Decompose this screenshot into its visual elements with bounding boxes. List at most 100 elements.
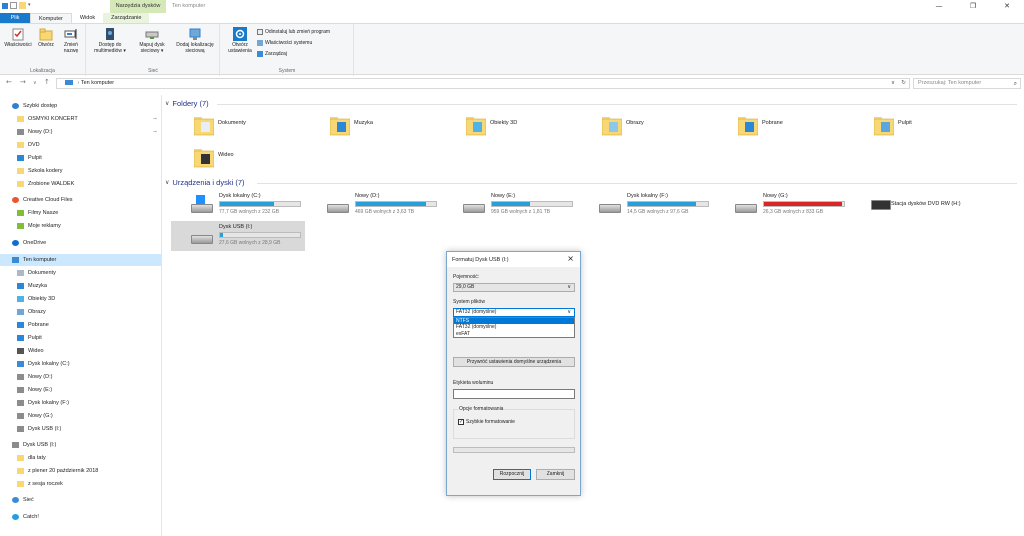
folder-label: Muzyka [354,120,373,126]
checkmark-quick-icon[interactable] [10,2,17,9]
drive-usage-bar [491,201,573,207]
folder-label: Pobrane [762,120,783,126]
close-window-button[interactable]: ✕ [990,0,1024,13]
nav-item[interactable]: Nowy (G:) [0,410,161,422]
recent-locations-icon[interactable]: ∨ [33,80,37,86]
address-dropdown-icon[interactable]: ∨ [891,79,895,88]
nav-item[interactable]: Nowy (E:) [0,384,161,396]
filesystem-select[interactable]: FAT32 (domyślne) ∨ [453,308,575,317]
rename-button[interactable]: Zmień nazwę [59,27,83,54]
open-button[interactable]: Otwórz [35,27,57,49]
breadcrumb-this-pc[interactable]: Ten komputer [81,80,114,86]
search-input[interactable]: Przeszukaj: Ten komputer ⌕ [913,78,1021,89]
nav-item[interactable]: Sieć [0,494,161,506]
quick-format-checkbox[interactable]: ✓ Szybkie formatowanie [458,419,515,425]
nav-item[interactable]: Zrobione WALDEK [0,178,161,190]
folder-tile[interactable]: Wideo [192,144,312,172]
volume-label-input[interactable] [453,389,575,399]
folders-section-header[interactable]: ∨ Foldery (7) [165,99,1017,108]
folder-tile[interactable]: Pobrane [736,112,856,140]
new-folder-quick-icon[interactable] [19,2,26,9]
nav-item[interactable]: OSMYKI KONCERT ⊸ [0,113,161,125]
map-network-drive-label: Mapuj dysk sieciowy ▾ [139,42,165,54]
nav-item[interactable]: z plener 20 październik 2018 [0,465,161,477]
nav-item[interactable]: DVD [0,139,161,151]
drive-tile[interactable]: Nowy (E:) 959 GB wolnych z 1,81 TB [443,190,577,220]
nav-item[interactable]: Dysk lokalny (F:) [0,397,161,409]
nav-item[interactable]: dla taty [0,452,161,464]
nav-item[interactable]: Catch! [0,511,161,523]
nav-item[interactable]: Obrazy [0,306,161,318]
drive-usage-bar [627,201,709,207]
customize-qat-icon[interactable]: ▾ [28,2,35,9]
drive-tile[interactable]: Nowy (D:) 469 GB wolnych z 3,63 TB [307,190,441,220]
forward-icon[interactable]: → [20,78,26,86]
folder-tile[interactable]: Obiekty 3D [464,112,584,140]
drive-tile[interactable]: Stacja dysków DVD RW (H:) [851,190,985,220]
nav-item[interactable]: Obiekty 3D [0,293,161,305]
drive-tile[interactable]: Nowy (G:) 26,3 GB wolnych z 833 GB [715,190,849,220]
drive-tile[interactable]: Dysk USB (I:) 27,6 GB wolnych z 28,9 GB [171,221,305,251]
nav-item[interactable]: Nowy (D:) ⊸ [0,126,161,138]
system-properties-button[interactable]: Właściwości systemu [257,40,312,46]
address-bar[interactable]: › Ten komputer ∨ ↻ [56,78,910,89]
fs-option-exfat[interactable]: exFAT [454,331,574,337]
nav-item[interactable]: Szybki dostęp [0,100,161,112]
properties-quick-icon[interactable] [2,2,8,9]
nav-item[interactable]: Pulpit [0,332,161,344]
nav-item-label: Pulpit [28,335,42,341]
uninstall-program-button[interactable]: Odinstaluj lub zmień program [257,29,330,35]
folder-tile[interactable]: Obrazy [600,112,720,140]
minimize-button[interactable]: — [922,0,956,13]
nav-item[interactable]: Muzyka [0,280,161,292]
folder-tile[interactable]: Dokumenty [192,112,312,140]
properties-button[interactable]: Właściwości [3,27,33,49]
open-settings-button[interactable]: Otwórz ustawienia [225,27,255,54]
drive-icon [17,129,24,135]
nav-item-label: OneDrive [23,240,47,246]
start-button[interactable]: Rozpocznij [493,469,531,480]
folder-icon [17,455,24,461]
video-icon [17,348,24,354]
nav-item[interactable]: Szkoła kodery [0,165,161,177]
nav-item[interactable]: Dysk USB (I:) [0,439,161,451]
nav-item[interactable]: Wideo [0,345,161,357]
folder-tile[interactable]: Pulpit [872,112,992,140]
nav-item[interactable]: Pulpit [0,152,161,164]
folder-tile[interactable]: Muzyka [328,112,448,140]
uninstall-program-label: Odinstaluj lub zmień program [265,29,331,35]
close-button[interactable]: Zamknij [536,469,575,480]
nav-item[interactable]: Filmy Nasze [0,207,161,219]
nav-item-label: Nowy (D:) [28,129,53,135]
drive-tile[interactable]: Dysk lokalny (F:) 14,5 GB wolnych z 97,6 … [579,190,713,220]
drive-free-space: 77,7 GB wolnych z 232 GB [219,209,280,215]
nav-item[interactable]: Pobrane [0,319,161,331]
dialog-close-icon[interactable]: × [567,254,574,263]
restore-defaults-button[interactable]: Przywróć ustawienia domyślne urządzenia [453,357,575,367]
nav-item[interactable]: Creative Cloud Files [0,194,161,206]
maximize-button[interactable]: ❐ [956,0,990,13]
refresh-icon[interactable]: ↻ [901,79,906,88]
back-icon[interactable]: ← [6,78,12,86]
capacity-select[interactable]: 29,0 GB ∨ [453,283,575,292]
desktop-folder-icon [873,114,895,136]
manage-button[interactable]: Zarządzaj [257,51,287,57]
nav-item-label: Nowy (D:) [28,374,53,380]
map-network-drive-button[interactable]: Mapuj dysk sieciowy ▾ [133,27,171,54]
nav-item[interactable]: Ten komputer [0,254,161,266]
nav-item[interactable]: Dokumenty [0,267,161,279]
nav-item-label: Dokumenty [28,270,56,276]
up-icon[interactable]: ↑ [44,78,50,86]
nav-item[interactable]: Dysk USB (I:) [0,423,161,435]
media-access-button[interactable]: Dostęp do multimediów ▾ [89,27,131,54]
hdd-icon [327,204,349,213]
nav-item[interactable]: Nowy (D:) [0,371,161,383]
nav-item[interactable]: z sesja roczek [0,478,161,490]
drive-tile[interactable]: Dysk lokalny (C:) 77,7 GB wolnych z 232 G… [171,190,305,220]
network-location-icon [188,27,202,41]
drives-section-header[interactable]: ∨ Urządzenia i dyski (7) [165,178,1017,187]
nav-item[interactable]: Moje reklamy [0,220,161,232]
nav-item[interactable]: OneDrive [0,237,161,249]
add-network-location-button[interactable]: Dodaj lokalizację sieciową [173,27,217,54]
nav-item[interactable]: Dysk lokalny (C:) [0,358,161,370]
